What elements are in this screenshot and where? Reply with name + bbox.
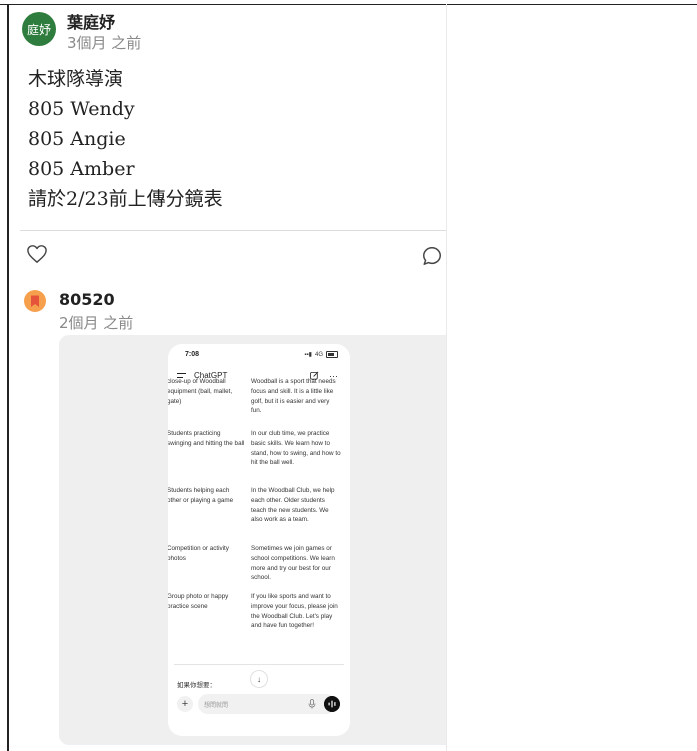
post-divider <box>20 230 446 231</box>
column-edge <box>446 4 447 751</box>
frame-left-border <box>7 4 9 751</box>
post-line: 805 Amber <box>28 158 135 180</box>
scroll-down-button: ↓ <box>250 670 268 688</box>
composer-divider <box>174 664 344 665</box>
heart-icon[interactable] <box>26 244 48 264</box>
shot-description: Students helping each other or playing a… <box>168 487 234 504</box>
post-line: 請於2/23前上傳分鏡表 <box>28 188 223 210</box>
add-attachment-button: + <box>177 696 193 712</box>
avatar[interactable]: 庭妤 <box>22 12 56 46</box>
author-name[interactable]: 葉庭妤 <box>67 9 115 33</box>
shot-description: Competition or activity photos <box>168 545 229 562</box>
phone-screenshot: 7:08 ▪▪▮ 4G ChatGPT ··· close-up of Wood… <box>168 344 350 736</box>
post-line: 木球隊導演 <box>28 68 124 90</box>
post-line: 805 Angie <box>28 128 126 150</box>
battery-icon <box>326 351 338 358</box>
voice-mode-icon <box>324 696 340 712</box>
comment-icon[interactable] <box>421 245 443 267</box>
bookmark-icon[interactable] <box>24 290 46 312</box>
signal-icon: ▪▪▮ <box>304 352 312 358</box>
author-name[interactable]: 80520 <box>59 290 115 309</box>
phone-status-bar: ▪▪▮ 4G <box>304 351 338 358</box>
microphone-icon <box>308 699 316 709</box>
phone-clock: 7:08 <box>185 351 200 358</box>
suggestion-label: 如果你想要： <box>177 682 216 689</box>
post-timestamp: 2個月 之前 <box>59 314 134 332</box>
message-placeholder: 想問就問 <box>204 703 229 709</box>
narration-text: In our club time, we practice basic skil… <box>251 430 341 467</box>
shot-description: close-up of Woodball equipment (ball, ma… <box>168 378 233 405</box>
narration-text: If you like sports and want to improve y… <box>251 593 338 630</box>
post-line: 805 Wendy <box>28 98 135 120</box>
narration-text: Sometimes we join games or school compet… <box>251 545 335 582</box>
network-label: 4G <box>314 351 323 358</box>
shot-description: Students practicing swinging and hitting… <box>168 430 245 447</box>
post-timestamp: 3個月 之前 <box>67 34 142 52</box>
frame-top-border <box>0 4 697 5</box>
narration-text: In the Woodball Club, we help each other… <box>251 487 335 524</box>
narration-text: Woodball is a sport that needs focus and… <box>251 378 336 415</box>
shot-description: Group photo or happy practice scene <box>168 593 229 610</box>
post-body: 木球隊導演 805 Wendy 805 Angie 805 Amber 請於2/… <box>28 64 223 214</box>
